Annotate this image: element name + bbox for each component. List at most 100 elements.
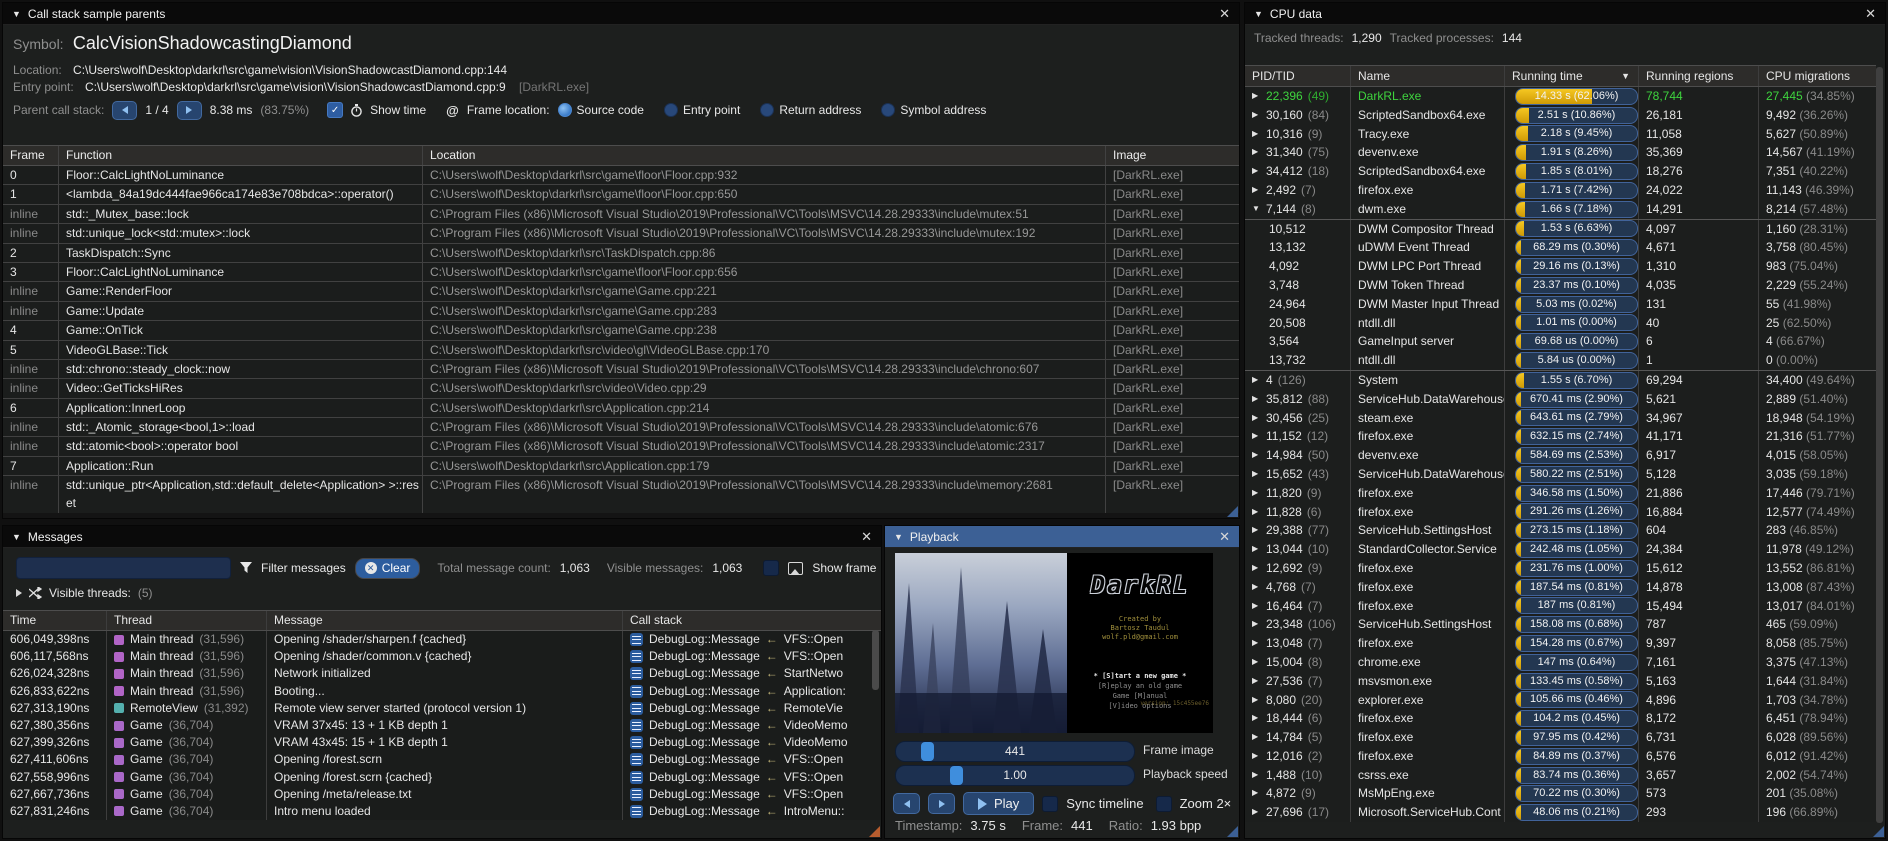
table-row[interactable]: inlinestd::_Atomic_storage<bool,1>::load… (3, 418, 1239, 437)
table-row[interactable]: ▶4,768(7)firefox.exe187.54 ms (0.81%)14,… (1245, 578, 1876, 597)
table-row[interactable]: ▶35,812(88)ServiceHub.DataWarehouse670.4… (1245, 390, 1876, 409)
expand-icon[interactable]: ▶ (1252, 143, 1261, 162)
column-header-callstack[interactable]: Call stack (623, 611, 881, 630)
callstack-list-icon[interactable] (630, 633, 643, 646)
resize-handle[interactable] (1227, 826, 1238, 837)
table-row[interactable]: 0Floor::CalcLightNoLuminanceC:\Users\wol… (3, 166, 1239, 185)
table-row[interactable]: ▶23,348(106)ServiceHub.SettingsHost158.0… (1245, 615, 1876, 634)
expand-icon[interactable]: ▶ (1252, 559, 1261, 578)
expand-icon[interactable] (16, 589, 22, 597)
collapse-icon[interactable]: ▼ (894, 532, 903, 542)
table-row[interactable]: 3Floor::CalcLightNoLuminanceC:\Users\wol… (3, 263, 1239, 282)
table-row[interactable]: inlinestd::_Mutex_base::lockC:\Program F… (3, 205, 1239, 224)
expand-icon[interactable]: ▶ (1252, 446, 1261, 465)
table-row[interactable]: ▶13,048(7)firefox.exe154.28 ms (0.67%)9,… (1245, 634, 1876, 653)
table-row[interactable]: ▶11,152(12)firefox.exe632.15 ms (2.74%)4… (1245, 427, 1876, 446)
expand-icon[interactable]: ▼ (1252, 200, 1261, 219)
frame-image-slider[interactable]: 441 (895, 741, 1135, 762)
callstack-list-icon[interactable] (630, 805, 643, 818)
expand-icon[interactable]: ▶ (1252, 672, 1261, 691)
table-row[interactable]: ▶34,412(18)ScriptedSandbox64.exe1.85 s (… (1245, 162, 1876, 181)
expand-icon[interactable]: ▶ (1252, 106, 1261, 125)
expand-icon[interactable]: ▶ (1252, 709, 1261, 728)
table-row[interactable]: ▶30,456(25)steam.exe643.61 ms (2.79%)34,… (1245, 409, 1876, 428)
table-row[interactable]: inlinestd::unique_lock<std::mutex>::lock… (3, 224, 1239, 243)
column-header-thread[interactable]: Thread (107, 611, 267, 630)
table-row[interactable]: inlinestd::atomic<bool>::operator boolC:… (3, 437, 1239, 456)
playback-speed-slider[interactable]: 1.00 (895, 765, 1135, 786)
show-frame-checkbox[interactable] (763, 560, 779, 576)
callstack-list-icon[interactable] (630, 667, 643, 680)
expand-icon[interactable]: ▶ (1252, 162, 1261, 181)
table-row[interactable]: ▶12,016(2)firefox.exe84.89 ms (0.37%)6,5… (1245, 747, 1876, 766)
table-row[interactable]: 627,399,326nsGame(36,704)VRAM 43x45: 15 … (3, 734, 881, 751)
close-icon[interactable]: ✕ (1865, 6, 1876, 22)
horizontal-scrollbar[interactable] (3, 513, 1239, 519)
table-row[interactable]: ▶15,652(43)ServiceHub.DataWarehouse580.2… (1245, 465, 1876, 484)
expand-icon[interactable]: ▶ (1252, 521, 1261, 540)
expand-icon[interactable]: ▶ (1252, 728, 1261, 747)
table-row[interactable]: inlinestd::unique_ptr<Application,std::d… (3, 476, 1239, 514)
table-row[interactable]: 626,024,328nsMain thread(31,596)Network … (3, 665, 881, 682)
expand-icon[interactable]: ▶ (1252, 390, 1261, 409)
column-header-running-time[interactable]: Running time▼ (1505, 66, 1639, 86)
expand-icon[interactable]: ▶ (1252, 87, 1261, 106)
table-row[interactable]: 2TaskDispatch::SyncC:\Users\wolf\Desktop… (3, 244, 1239, 263)
table-row[interactable]: 13,132uDWM Event Thread68.29 ms (0.30%)4… (1245, 238, 1876, 257)
sync-timeline-checkbox[interactable] (1042, 796, 1058, 812)
expand-icon[interactable]: ▶ (1252, 634, 1261, 653)
table-row[interactable]: 5VideoGLBase::TickC:\Users\wolf\Desktop\… (3, 341, 1239, 360)
table-row[interactable]: ▶4,872(9)MsMpEng.exe70.22 ms (0.30%)5732… (1245, 784, 1876, 803)
expand-icon[interactable]: ▶ (1252, 371, 1261, 390)
radio-entry-point[interactable] (664, 103, 678, 117)
expand-icon[interactable]: ▶ (1252, 578, 1261, 597)
table-row[interactable]: ▶14,984(50)devenv.exe584.69 ms (2.53%)6,… (1245, 446, 1876, 465)
expand-icon[interactable]: ▶ (1252, 597, 1261, 616)
column-header-time[interactable]: Time (3, 611, 107, 630)
column-header-image[interactable]: Image (1106, 146, 1239, 165)
table-row[interactable]: 20,508ntdll.dll1.01 ms (0.00%)4025 (62.5… (1245, 314, 1876, 333)
table-row[interactable]: ▶2,492(7)firefox.exe1.71 s (7.42%)24,022… (1245, 181, 1876, 200)
column-header-name[interactable]: Name (1351, 66, 1505, 86)
prev-frame-button[interactable] (893, 793, 920, 814)
table-row[interactable]: 627,558,996nsGame(36,704)Opening /forest… (3, 769, 881, 786)
table-row[interactable]: 627,380,356nsGame(36,704)VRAM 37x45: 13 … (3, 717, 881, 734)
table-row[interactable]: ▶14,784(5)firefox.exe97.95 ms (0.42%)6,7… (1245, 728, 1876, 747)
radio-source-code[interactable] (558, 103, 572, 117)
table-row[interactable]: 3,748DWM Token Thread23.37 ms (0.10%)4,0… (1245, 276, 1876, 295)
expand-icon[interactable]: ▶ (1252, 653, 1261, 672)
callstack-list-icon[interactable] (630, 753, 643, 766)
callstack-list-icon[interactable] (630, 736, 643, 749)
collapse-icon[interactable]: ▼ (12, 9, 21, 19)
close-icon[interactable]: ✕ (1219, 529, 1230, 545)
callstack-list-icon[interactable] (630, 650, 643, 663)
table-row[interactable]: 627,831,246nsGame(36,704)Intro menu load… (3, 803, 881, 820)
expand-icon[interactable]: ▶ (1252, 784, 1261, 803)
prev-parent-button[interactable] (112, 101, 137, 120)
column-header-frame[interactable]: Frame (3, 146, 59, 165)
next-parent-button[interactable] (177, 101, 202, 120)
collapse-icon[interactable]: ▼ (1254, 9, 1263, 19)
expand-icon[interactable]: ▶ (1252, 803, 1261, 822)
expand-icon[interactable]: ▶ (1252, 181, 1261, 200)
table-row[interactable]: 606,117,568nsMain thread(31,596)Opening … (3, 648, 881, 665)
callstack-list-icon[interactable] (630, 788, 643, 801)
expand-icon[interactable]: ▶ (1252, 484, 1261, 503)
table-row[interactable]: inlineVideo::GetTicksHiResC:\Users\wolf\… (3, 379, 1239, 398)
table-row[interactable]: ▶29,388(77)ServiceHub.SettingsHost273.15… (1245, 521, 1876, 540)
column-header-pid[interactable]: PID/TID (1245, 66, 1351, 86)
table-row[interactable]: inlinestd::chrono::steady_clock::nowC:\P… (3, 360, 1239, 379)
callstack-list-icon[interactable] (630, 771, 643, 784)
column-header-location[interactable]: Location (423, 146, 1106, 165)
table-row[interactable]: ▶31,340(75)devenv.exe1.91 s (8.26%)35,36… (1245, 143, 1876, 162)
table-row[interactable]: 1<lambda_84a19dc444fae966ca174e83e708bdc… (3, 185, 1239, 204)
resize-handle[interactable] (869, 826, 880, 837)
table-row[interactable]: 627,411,606nsGame(36,704)Opening /forest… (3, 751, 881, 768)
expand-icon[interactable]: ▶ (1252, 691, 1261, 710)
table-row[interactable]: ▶10,316(9)Tracy.exe2.18 s (9.45%)11,0585… (1245, 125, 1876, 144)
close-icon[interactable]: ✕ (861, 529, 872, 545)
table-row[interactable]: 13,732ntdll.dll5.84 us (0.00%)10 (0.00%) (1245, 351, 1876, 371)
column-header-message[interactable]: Message (267, 611, 623, 630)
collapse-icon[interactable]: ▼ (12, 532, 21, 542)
table-row[interactable]: ▶11,820(9)firefox.exe346.58 ms (1.50%)21… (1245, 484, 1876, 503)
